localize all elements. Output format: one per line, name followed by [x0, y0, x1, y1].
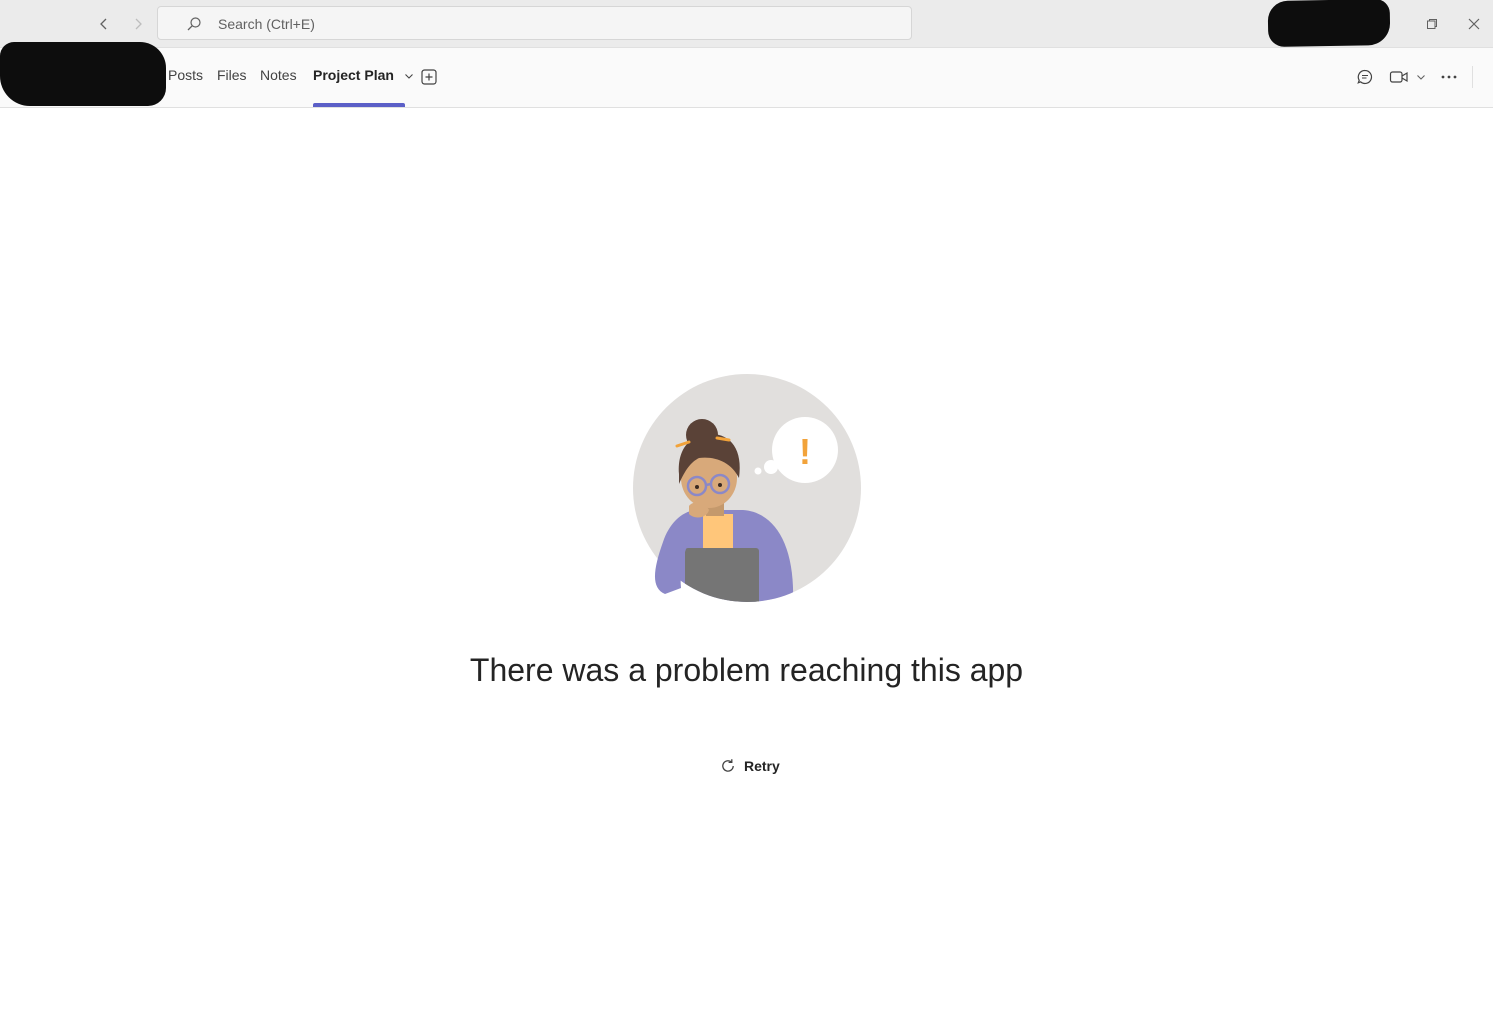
tab-label: Notes: [260, 67, 297, 83]
tab-notes[interactable]: Notes: [260, 67, 297, 89]
more-options-icon: [1441, 75, 1457, 79]
search-input[interactable]: [216, 13, 896, 35]
restore-window-button[interactable]: [1420, 12, 1444, 36]
tab-files[interactable]: Files: [217, 67, 247, 89]
toolbar-divider: [1472, 66, 1473, 88]
active-tab-indicator: [313, 103, 405, 107]
forward-button[interactable]: [126, 12, 150, 36]
title-bar: [0, 0, 1493, 48]
tab-label: Files: [217, 67, 247, 83]
refresh-icon: [722, 759, 734, 772]
more-options-button[interactable]: [1438, 66, 1460, 88]
error-illustration: !: [633, 374, 861, 602]
redacted-channel-name: [0, 42, 166, 106]
tab-label: Project Plan: [313, 67, 394, 83]
back-button[interactable]: [92, 12, 116, 36]
retry-button[interactable]: Retry: [712, 752, 788, 780]
close-window-button[interactable]: [1462, 12, 1486, 36]
close-icon: [1468, 18, 1480, 30]
chevron-right-icon: [135, 18, 142, 30]
chevron-down-icon: [1417, 75, 1425, 80]
error-title: There was a problem reaching this app: [469, 652, 1024, 688]
channel-tab-bar: Posts Files Notes Project Plan: [0, 42, 1493, 108]
restore-window-icon: [1427, 19, 1437, 29]
add-tab-icon[interactable]: [420, 68, 438, 86]
video-camera-icon: [1389, 71, 1408, 83]
chat-icon: [1357, 69, 1373, 85]
search-icon: [187, 17, 201, 31]
tab-label: Posts: [168, 67, 204, 83]
conversation-button[interactable]: [1354, 66, 1376, 88]
alert-exclamation: !: [799, 431, 811, 472]
meet-options-button[interactable]: [1414, 66, 1428, 88]
tab-project-plan[interactable]: Project Plan: [313, 67, 414, 89]
search-box[interactable]: [157, 6, 912, 40]
chevron-left-icon: [100, 18, 107, 30]
tab-posts[interactable]: Posts: [168, 67, 203, 89]
redacted-account-area: [1267, 0, 1391, 48]
retry-label: Retry: [744, 758, 780, 774]
chevron-down-icon[interactable]: [404, 71, 414, 81]
meet-button[interactable]: [1388, 66, 1410, 88]
